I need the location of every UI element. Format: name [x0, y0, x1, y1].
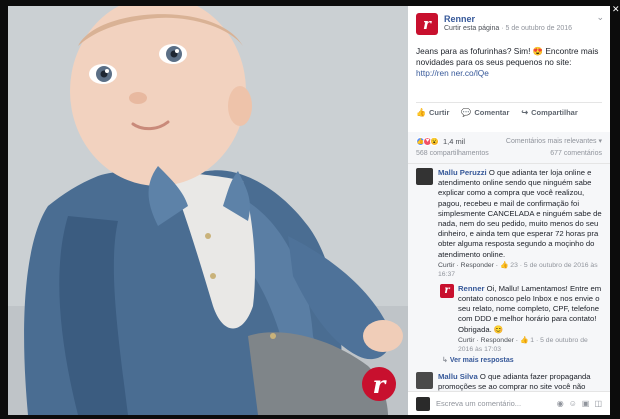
like-icon: 👍 — [416, 108, 426, 117]
share-icon: ↪ — [521, 108, 529, 117]
post-photo[interactable]: r — [8, 6, 408, 415]
reply-arrow-icon: ↳ — [442, 356, 450, 364]
reactions-bar: 👍 ♥ 😮 1,4 mil Comentários mais relevante… — [408, 132, 610, 150]
chevron-down-icon[interactable]: ⌄ — [596, 12, 604, 23]
comment-order-dropdown[interactable]: Comentários mais relevantes ▾ — [506, 137, 602, 145]
follow-page-link[interactable]: Curtir esta página — [444, 25, 499, 32]
avatar[interactable] — [416, 371, 433, 389]
comment-item: Mallu Peruzzi O que adianta ter loja onl… — [408, 168, 610, 279]
post-date[interactable]: 5 de outubro de 2016 — [506, 25, 573, 32]
reply-item: r Renner Oi, Mallu! Lamentamos! Entre em… — [408, 283, 610, 354]
reply-author[interactable]: Renner — [458, 284, 485, 293]
page-avatar-letter: r — [423, 15, 431, 33]
emoji-icon[interactable]: ☺ — [569, 399, 577, 408]
post-meta: Curtir esta página · 5 de outubro de 201… — [444, 25, 572, 32]
comment-text: Mallu Silva O que adianta fazer propagan… — [438, 372, 602, 392]
comment-label: Comentar — [474, 108, 510, 117]
reply-meta: Curtir · Responder · 👍 1 · 5 de outubro … — [458, 336, 602, 354]
comment-text: Mallu Peruzzi O que adianta ter loja onl… — [438, 168, 602, 260]
reply-likes[interactable]: 👍 1 — [520, 337, 534, 344]
comment-item: Mallu Silva O que adianta fazer propagan… — [408, 371, 610, 392]
comment-body: O que adianta ter loja online e atendime… — [438, 168, 602, 259]
comment-button[interactable]: 💬 Comentar — [461, 108, 509, 117]
baby-photo-illustration — [8, 6, 408, 415]
comment-tools: ◉ ☺ ▣ ◫ — [557, 399, 602, 408]
comment-input[interactable]: Escreva um comentário... — [436, 399, 557, 408]
renner-logo-letter: r — [372, 369, 386, 399]
share-button[interactable]: ↪ Compartilhar — [521, 108, 577, 117]
write-comment-bar: Escreva um comentário... ◉ ☺ ▣ ◫ — [408, 391, 610, 415]
post-body: Jeans para as fofurinhas? Sim! 😍 Encontr… — [416, 46, 599, 67]
more-replies-link[interactable]: ↳ Ver mais respostas — [408, 356, 610, 364]
reply-actions[interactable]: Curtir · Responder · — [458, 337, 520, 344]
reply-avatar-letter: r — [444, 285, 450, 297]
like-label: Curtir — [428, 108, 450, 117]
avatar — [416, 396, 430, 411]
like-button[interactable]: 👍 Curtir — [416, 108, 449, 117]
photo-viewer: r r Renner Curtir esta página · 5 de out… — [0, 0, 620, 419]
comments-area: 👍 ♥ 😮 1,4 mil Comentários mais relevante… — [408, 132, 610, 415]
sticker-icon[interactable]: ◫ — [594, 399, 602, 408]
post-side-panel: r Renner Curtir esta página · 5 de outub… — [408, 6, 610, 415]
comments-count[interactable]: 677 comentários — [550, 150, 602, 163]
comment-likes[interactable]: 👍 23 — [500, 262, 518, 269]
wow-reaction-icon[interactable]: 😮 — [430, 136, 439, 146]
reply-avatar[interactable]: r — [440, 283, 454, 298]
more-replies-label: Ver mais respostas — [449, 356, 514, 364]
comment-actions[interactable]: Curtir · Responder · — [438, 262, 500, 269]
post-text: Jeans para as fofurinhas? Sim! 😍 Encontr… — [408, 36, 610, 102]
renner-logo: r — [362, 367, 396, 401]
reply-text: Renner Oi, Mallu! Lamentamos! Entre em c… — [458, 284, 602, 335]
page-avatar[interactable]: r — [416, 13, 438, 35]
camera-icon[interactable]: ◉ — [557, 399, 564, 408]
comment-author[interactable]: Mallu Silva — [438, 372, 478, 381]
gif-icon[interactable]: ▣ — [582, 399, 590, 408]
page-name[interactable]: Renner — [444, 14, 475, 24]
comment-author[interactable]: Mallu Peruzzi — [438, 168, 487, 177]
post-header: r Renner Curtir esta página · 5 de outub… — [408, 6, 610, 36]
shares-count[interactable]: 568 compartilhamentos — [416, 150, 489, 163]
post-link[interactable]: http://ren ner.co/lQe — [416, 68, 489, 78]
close-icon[interactable]: ✕ — [612, 4, 620, 15]
share-label: Compartilhar — [531, 108, 578, 117]
post-actions: 👍 Curtir 💬 Comentar ↪ Compartilhar — [416, 102, 602, 122]
shares-row: 568 compartilhamentos 677 comentários — [408, 150, 610, 164]
comment-meta: Curtir · Responder · 👍 23 · 5 de outubro… — [438, 261, 602, 279]
comment-icon: 💬 — [461, 108, 472, 117]
avatar[interactable] — [416, 168, 433, 185]
reaction-count[interactable]: 1,4 mil — [443, 137, 465, 146]
